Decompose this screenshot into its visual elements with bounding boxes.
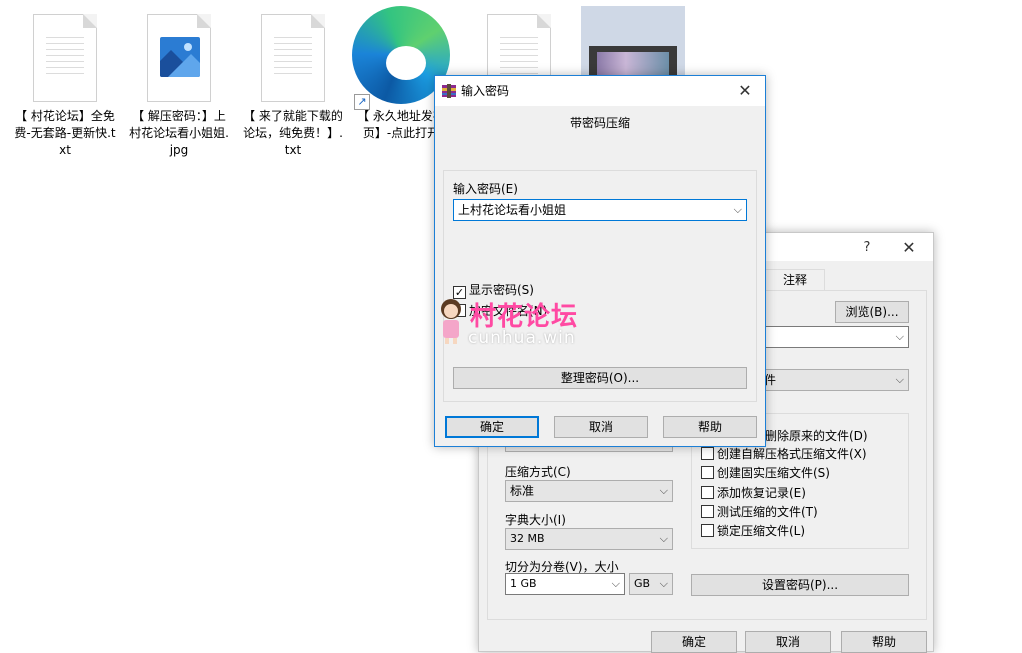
password-label: 输入密码(E)	[453, 182, 518, 196]
cancel-button[interactable]: 取消	[554, 416, 648, 438]
checkbox-test-files[interactable]: 测试压缩的文件(T)	[701, 504, 818, 520]
split-unit-combo[interactable]: GB ⌵	[629, 573, 673, 595]
dialog-title: 输入密码	[461, 84, 510, 98]
desktop-icon-label: 【 村花论坛】全免费-无套路-更新快.txt	[14, 109, 116, 157]
checkbox-create-sfx[interactable]: 创建自解压格式压缩文件(X)	[701, 446, 867, 462]
chevron-down-icon: ⌵	[659, 577, 668, 590]
desktop-icon-txt-2[interactable]: 【 来了就能下载的论坛，纯免费！】.txt	[238, 14, 348, 159]
split-size-combo[interactable]: 1 GB ⌵	[505, 573, 625, 595]
archive-name-combo[interactable]: ⌵	[759, 326, 909, 348]
checkbox-box[interactable]	[701, 505, 714, 518]
close-icon[interactable]: ✕	[725, 76, 765, 106]
text-file-icon	[261, 14, 325, 102]
text-file-icon	[33, 14, 97, 102]
ok-button[interactable]: 确定	[651, 631, 737, 653]
cancel-button[interactable]: 取消	[745, 631, 831, 653]
update-mode-combo[interactable]: 件 ⌵	[759, 369, 909, 391]
dict-size-label: 字典大小(I)	[505, 513, 566, 527]
checkbox-box[interactable]	[701, 524, 714, 537]
desktop-icon-label: 【 解压密码：】上村花论坛看小姐姐.jpg	[129, 109, 229, 157]
close-icon[interactable]: ✕	[889, 233, 929, 263]
chevron-down-icon: ⌵	[611, 577, 620, 590]
option-delete-original-label[interactable]: 删除原来的文件(D)	[765, 427, 868, 444]
winrar-icon	[442, 84, 456, 98]
checkbox-box[interactable]	[701, 466, 714, 479]
checkbox-box[interactable]	[701, 486, 714, 499]
chevron-down-icon: ⌵	[895, 330, 904, 343]
image-file-icon	[147, 14, 211, 102]
desktop-icon-jpg[interactable]: 【 解压密码：】上村花论坛看小姐姐.jpg	[124, 14, 234, 159]
dict-size-combo[interactable]: 32 MB ⌵	[505, 528, 673, 550]
chevron-down-icon: ⌵	[659, 532, 668, 545]
help-button[interactable]: 帮助	[663, 416, 757, 438]
help-title-button[interactable]: ?	[847, 233, 887, 263]
set-password-button[interactable]: 设置密码(P)...	[691, 574, 909, 596]
checkbox-lock-archive[interactable]: 锁定压缩文件(L)	[701, 523, 805, 539]
title-bar: 输入密码 ✕	[435, 76, 765, 106]
compress-method-label: 压缩方式(C)	[505, 465, 571, 479]
chevron-down-icon[interactable]: ⌵	[734, 200, 742, 220]
help-button[interactable]: 帮助	[841, 631, 927, 653]
password-input[interactable]: 上村花论坛看小姐姐 ⌵	[453, 199, 747, 221]
chevron-down-icon: ⌵	[659, 484, 668, 497]
browse-button[interactable]: 浏览(B)...	[835, 301, 909, 323]
chevron-down-icon: ⌵	[895, 373, 904, 386]
organize-passwords-button[interactable]: 整理密码(O)...	[453, 367, 747, 389]
watermark-mascot-icon	[441, 299, 461, 344]
compress-method-combo[interactable]: 标准 ⌵	[505, 480, 673, 502]
desktop-icon-label: 【 来了就能下载的论坛，纯免费！】.txt	[243, 109, 343, 157]
enter-password-dialog: 输入密码 ✕ 带密码压缩 输入密码(E) 上村花论坛看小姐姐 ⌵ ✓ 显示密码(S…	[434, 75, 766, 447]
tab-comment[interactable]: 注释	[765, 269, 825, 291]
checkbox-solid-archive[interactable]: 创建固实压缩文件(S)	[701, 465, 830, 481]
ok-button[interactable]: 确定	[445, 416, 539, 438]
checkbox-box[interactable]	[701, 447, 714, 460]
dialog-heading: 带密码压缩	[569, 116, 630, 130]
watermark-url: cunhua.win	[468, 328, 576, 348]
shortcut-arrow-icon: ↗	[354, 94, 370, 110]
desktop-icon-txt-1[interactable]: 【 村花论坛】全免费-无套路-更新快.txt	[10, 14, 120, 159]
checkbox-recovery-record[interactable]: 添加恢复记录(E)	[701, 485, 806, 501]
